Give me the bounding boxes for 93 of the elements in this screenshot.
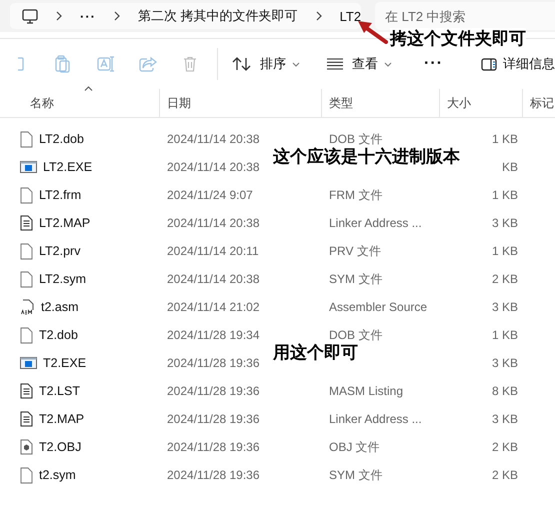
view-button[interactable]: 查看 [326, 55, 392, 73]
rename-icon [96, 56, 115, 72]
file-type: DOB 文件 [329, 328, 382, 342]
clipboard-icon [55, 55, 72, 73]
modified-date: 2024/11/14 20:38 [167, 216, 260, 230]
text-file-icon [20, 215, 33, 231]
file-name[interactable]: T2.EXE [43, 356, 86, 370]
file-name[interactable]: T2.dob [39, 328, 78, 342]
file-name[interactable]: LT2.EXE [43, 160, 92, 174]
file-type: FRM 文件 [329, 188, 382, 202]
file-icon [20, 270, 33, 288]
file-size: 1 KB [492, 328, 518, 342]
details-pane-button[interactable]: 详细信息 [481, 55, 555, 73]
file-size: 3 KB [492, 356, 518, 370]
modified-date: 2024/11/14 20:38 [167, 132, 260, 146]
file-icon [20, 186, 33, 204]
file-name[interactable]: LT2.prv [39, 244, 80, 258]
file-size: 1 KB [492, 244, 518, 258]
address-bar[interactable]: ··· 第二次 拷其中的文件夹即可 LT2 [10, 3, 362, 29]
file-size: 3 KB [492, 300, 518, 314]
modified-date: 2024/11/14 21:02 [167, 300, 260, 314]
trash-icon [183, 56, 198, 72]
file-size: 1 KB [492, 188, 518, 202]
file-name[interactable]: LT2.dob [39, 132, 84, 146]
sort-icon [232, 56, 252, 72]
file-type: OBJ 文件 [329, 440, 380, 454]
file-name[interactable]: t2.asm [41, 300, 79, 314]
modified-date: 2024/11/28 19:36 [167, 356, 260, 370]
file-size: 8 KB [492, 384, 518, 398]
file-type: DOB 文件 [329, 132, 382, 146]
chevron-right-icon [56, 11, 62, 21]
column-header[interactable]: 类型 [322, 89, 440, 117]
details-pane-icon [481, 58, 498, 70]
application-icon [20, 357, 37, 369]
chevron-right-icon [316, 11, 322, 21]
search-field[interactable]: 在 LT2 中搜索 [375, 2, 555, 30]
column-header[interactable]: 标记 [523, 89, 555, 117]
modified-date: 2024/11/14 20:38 [167, 272, 260, 286]
caret-icon [384, 62, 392, 66]
breadcrumb[interactable]: 第二次 拷其中的文件夹即可 [138, 7, 298, 25]
column-header[interactable]: 名称 [0, 89, 160, 117]
file-size: 1 KB [492, 132, 518, 146]
text-file-icon [20, 383, 33, 399]
modified-date: 2024/11/28 19:34 [167, 328, 260, 342]
file-name[interactable]: T2.OBJ [39, 440, 82, 454]
file-size: 2 KB [492, 440, 518, 454]
list-view-icon [326, 58, 344, 70]
file-name[interactable]: t2.sym [39, 468, 76, 482]
modified-date: 2024/11/28 19:36 [167, 468, 260, 482]
annotation-text: 这个应该是十六进制版本 [273, 146, 460, 168]
file-type: Assembler Source [329, 300, 428, 314]
annotation-text: 拷这个文件夹即可 [390, 28, 526, 50]
file-size: 2 KB [492, 468, 518, 482]
file-name[interactable]: LT2.frm [39, 188, 82, 202]
share-icon [138, 56, 157, 72]
breadcrumb[interactable]: LT2 [340, 8, 362, 24]
sort-caret-icon [84, 86, 92, 91]
modified-date: 2024/11/28 19:36 [167, 412, 260, 426]
caret-icon [292, 62, 300, 66]
modified-date: 2024/11/24 9:07 [167, 188, 253, 202]
file-size: 2 KB [492, 272, 518, 286]
file-size: 3 KB [492, 412, 518, 426]
modified-date: 2024/11/14 20:38 [167, 160, 260, 174]
file-type: Linker Address ... [329, 412, 422, 426]
file-size: 3 KB [492, 216, 518, 230]
file-icon [20, 326, 33, 344]
file-icon [20, 242, 33, 260]
application-icon [20, 161, 37, 173]
modified-date: 2024/11/28 19:36 [167, 440, 260, 454]
column-header[interactable]: 大小 [440, 89, 523, 117]
file-icon [20, 466, 33, 484]
text-file-icon [20, 411, 33, 427]
computer-icon [22, 8, 38, 24]
file-type: PRV 文件 [329, 244, 381, 258]
file-icon [20, 130, 33, 148]
column-header[interactable]: 日期 [160, 89, 322, 117]
file-name[interactable]: LT2.MAP [39, 216, 90, 230]
file-size: KB [502, 160, 518, 174]
file-name[interactable]: T2.LST [39, 384, 80, 398]
file-type: SYM 文件 [329, 272, 382, 286]
chevron-right-icon [114, 11, 120, 21]
more-button[interactable]: ··· [424, 55, 444, 73]
sort-button[interactable]: 排序 [232, 55, 300, 73]
file-type: Linker Address ... [329, 216, 422, 230]
modified-date: 2024/11/14 20:11 [167, 244, 259, 258]
file-type: SYM 文件 [329, 468, 382, 482]
file-type: MASM Listing [329, 384, 404, 398]
file-name[interactable]: T2.MAP [39, 412, 84, 426]
more-button[interactable]: ··· [80, 8, 96, 24]
object-file-icon [20, 439, 33, 455]
modified-date: 2024/11/28 19:36 [167, 384, 260, 398]
source-file-icon [20, 299, 35, 315]
file-name[interactable]: LT2.sym [39, 272, 86, 286]
